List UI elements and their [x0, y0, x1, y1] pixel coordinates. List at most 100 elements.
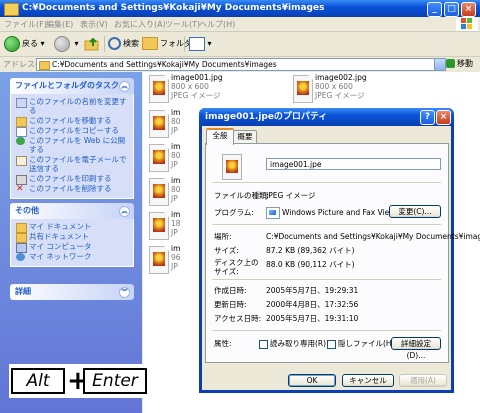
file-tasks-panel: ファイルとフォルダのタスク ︽ このファイルの名前を変更する このファイルを移動… — [10, 78, 134, 199]
created-value: 2005年5月7日、19:29:31 — [266, 286, 359, 295]
toolbar-separator — [184, 36, 185, 52]
place-label: マイ ネットワーク — [29, 252, 92, 261]
dialog-close-button[interactable]: × — [436, 110, 451, 125]
help-button[interactable]: ? — [420, 110, 435, 125]
alt-key: Alt — [11, 368, 65, 394]
file-tasks-title: ファイルとフォルダのタスク — [15, 81, 119, 90]
file-name: im — [171, 108, 181, 117]
menu-favorites[interactable]: お気に入り(A) — [114, 19, 166, 30]
jpeg-file-icon — [149, 178, 169, 206]
task-move[interactable]: このファイルを移動する — [16, 116, 129, 127]
task-label: このファイルを電子メールで送信する — [29, 155, 127, 173]
accessed-label: アクセス日時: — [214, 314, 262, 323]
place-shared-documents[interactable]: 共有ドキュメント — [16, 232, 129, 243]
explorer-titlebar: C:¥Documents and Settings¥Kokaji¥My Docu… — [0, 0, 480, 17]
apply-button[interactable]: 適用(A) — [399, 374, 447, 387]
task-delete[interactable]: ✕ このファイルを削除する — [16, 184, 129, 194]
file-dimensions: 80 — [171, 117, 181, 126]
file-item[interactable]: image002.jpg 800 x 600 JPEG イメージ — [287, 73, 397, 107]
views-button[interactable]: ▾ — [189, 35, 212, 53]
file-item[interactable]: image001.jpg 800 x 600 JPEG イメージ — [143, 73, 253, 107]
tab-summary[interactable]: 概要 — [233, 130, 257, 143]
menu-file[interactable]: ファイル(F) — [4, 19, 47, 30]
filename-input[interactable]: image001.jpe — [266, 158, 441, 170]
minimize-button[interactable]: _ — [427, 2, 442, 17]
place-my-computer[interactable]: マイ コンピュータ — [16, 242, 129, 253]
change-program-button[interactable]: 変更(C)... — [389, 205, 441, 218]
task-copy[interactable]: このファイルをコピーする — [16, 126, 129, 137]
folders-label: フォルダ — [160, 39, 192, 48]
menu-view[interactable]: 表示(V) — [80, 19, 108, 30]
forward-button[interactable]: ▾ — [54, 35, 79, 53]
jpeg-file-icon — [149, 110, 169, 138]
file-dimensions: 80 — [171, 151, 181, 160]
place-label: マイ コンピュータ — [29, 242, 92, 251]
other-places-panel: その他 ︽ マイ ドキュメント 共有ドキュメント マイ コンピュータ マイ ネッ… — [10, 203, 134, 267]
general-tab-panel: image001.jpe ファイルの種類: JPEG イメージ プログラム: W… — [205, 143, 480, 363]
dialog-title: image001.jpeのプロパティ — [205, 112, 328, 122]
search-button[interactable]: 検索 — [108, 35, 139, 53]
advanced-button[interactable]: 詳細設定(D)... — [391, 337, 441, 360]
created-label: 作成日時: — [214, 286, 247, 295]
file-name: image001.jpg — [171, 73, 223, 82]
file-type: JP — [171, 160, 178, 169]
picture-viewer-icon — [266, 207, 280, 219]
folder-icon — [4, 3, 19, 16]
collapse-chevron-icon[interactable]: ︽ — [119, 81, 130, 92]
other-places-header[interactable]: その他 ︽ — [10, 203, 134, 219]
task-publish-web[interactable]: このファイルを Web に公開する — [16, 136, 129, 154]
address-dropdown-button[interactable] — [434, 59, 445, 70]
go-arrow-icon — [446, 59, 455, 68]
file-tasks-header[interactable]: ファイルとフォルダのタスク ︽ — [10, 78, 134, 94]
hidden-label[interactable]: 隠しファイル(H) — [338, 339, 395, 348]
go-label: 移動 — [457, 59, 473, 68]
disk-size-label: ディスク上のサイズ: — [214, 258, 259, 276]
go-button[interactable]: 移動 — [446, 58, 478, 70]
toolbar: 戻る ▾ ▾ 検索 フォルダ ▾ — [0, 32, 480, 57]
file-type: JPEG イメージ — [315, 91, 365, 100]
place-my-network[interactable]: マイ ネットワーク — [16, 252, 129, 261]
expand-chevron-icon[interactable]: ︾ — [119, 287, 130, 298]
maximize-button[interactable]: □ — [444, 2, 459, 17]
task-label: このファイルの名前を変更する — [29, 97, 127, 115]
task-print[interactable]: このファイルを印刷する — [16, 174, 129, 185]
place-my-documents[interactable]: マイ ドキュメント — [16, 222, 129, 233]
collapse-chevron-icon[interactable]: ︽ — [119, 206, 130, 217]
tab-general[interactable]: 全般 — [206, 128, 234, 145]
menu-help[interactable]: ヘルプ(H) — [199, 19, 235, 30]
divider — [212, 279, 441, 281]
address-input[interactable]: C:¥Documents and Settings¥Kokaji¥My Docu… — [36, 58, 446, 71]
readonly-label[interactable]: 読み取り専用(R) — [270, 339, 326, 348]
menu-tools[interactable]: ツール(T) — [165, 19, 200, 30]
details-header[interactable]: 詳細 ︾ — [10, 284, 134, 300]
file-dimensions: 80 — [171, 185, 181, 194]
task-rename[interactable]: このファイルの名前を変更する — [16, 97, 129, 115]
menu-bar: ファイル(F) 編集(E) 表示(V) お気に入り(A) ツール(T) ヘルプ(… — [0, 17, 480, 32]
toolbar-separator — [104, 36, 105, 52]
cancel-button[interactable]: キャンセル — [342, 374, 394, 387]
folder-icon — [39, 61, 50, 70]
back-label: 戻る — [22, 39, 38, 48]
readonly-checkbox[interactable] — [259, 340, 268, 349]
jpeg-file-icon — [293, 75, 313, 103]
search-icon — [108, 37, 121, 50]
back-button[interactable]: 戻る ▾ — [4, 35, 45, 53]
task-label: このファイルを印刷する — [29, 174, 112, 183]
file-name: image002.jpg — [315, 73, 367, 82]
close-button[interactable]: × — [461, 2, 476, 17]
up-folder-button[interactable] — [84, 35, 100, 53]
task-email[interactable]: このファイルを電子メールで送信する — [16, 155, 129, 173]
network-icon — [16, 253, 25, 261]
hidden-checkbox[interactable] — [327, 340, 336, 349]
size-label: サイズ: — [214, 246, 239, 255]
type-label: ファイルの種類: — [214, 191, 270, 200]
modified-value: 2000年4月8日、17:32:56 — [266, 300, 359, 309]
window-title: C:¥Documents and Settings¥Kokaji¥My Docu… — [22, 3, 325, 13]
ok-button[interactable]: OK — [288, 374, 336, 387]
back-arrow-icon — [4, 35, 20, 52]
type-value: JPEG イメージ — [266, 191, 316, 200]
location-label: 場所: — [214, 232, 232, 241]
keyboard-shortcut-overlay: Alt + Enter — [9, 364, 149, 398]
jpeg-file-icon — [149, 144, 169, 172]
menu-edit[interactable]: 編集(E) — [46, 19, 73, 30]
